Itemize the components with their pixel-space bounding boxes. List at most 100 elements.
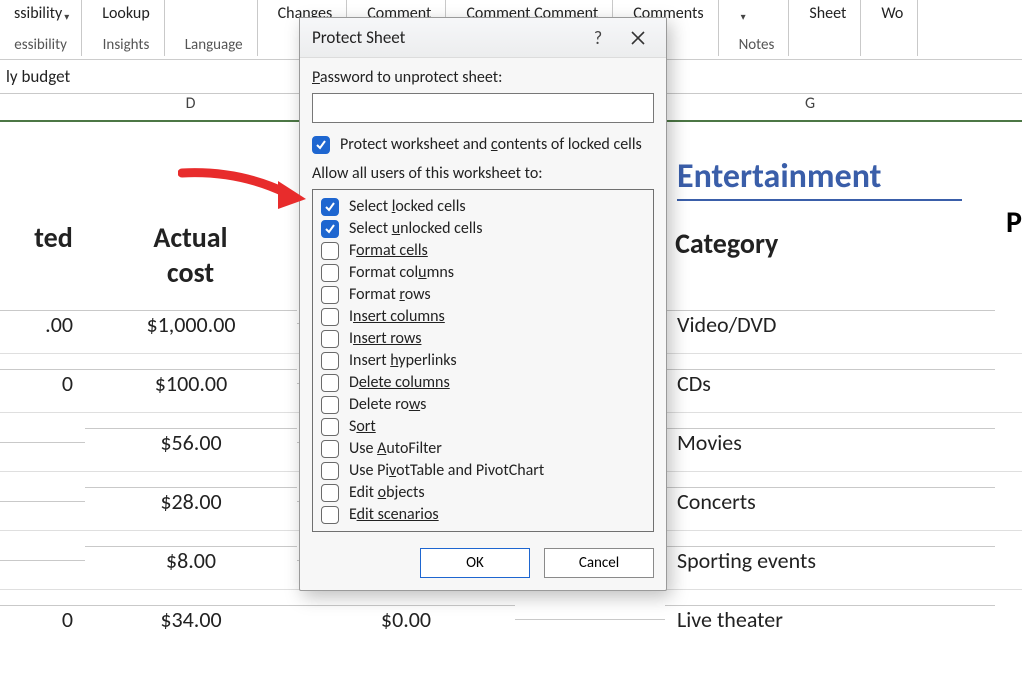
- protect-contents-checkbox[interactable]: [312, 136, 330, 154]
- ribbon-group[interactable]: Sheet: [795, 0, 861, 56]
- cell-actual-cost[interactable]: $8.00: [85, 546, 297, 574]
- protect-contents-label: Protect worksheet and contents of locked…: [340, 135, 642, 154]
- ribbon-group[interactable]: Lookup Insights: [88, 0, 164, 56]
- permission-label: Format cells: [349, 241, 428, 260]
- ribbon-top-label: Lookup: [102, 4, 149, 23]
- header-text: ted: [34, 220, 73, 255]
- permission-row: Insert rows: [321, 329, 649, 348]
- cell-category[interactable]: Movies: [665, 428, 995, 456]
- permission-checkbox[interactable]: [321, 220, 339, 238]
- permission-label: Edit objects: [349, 483, 425, 502]
- cell-actual-cost[interactable]: $56.00: [85, 428, 297, 456]
- permission-label: Sort: [349, 417, 376, 436]
- ribbon-group[interactable]: Wo: [867, 0, 918, 56]
- col-header-actual-cost[interactable]: Actual cost: [85, 204, 296, 322]
- header-text: cost: [167, 255, 214, 290]
- permission-checkbox[interactable]: [321, 242, 339, 260]
- col-header-p[interactable]: P: [992, 204, 1022, 241]
- col-header-projected[interactable]: ted: [0, 204, 85, 287]
- label-text: utoFilter: [386, 439, 441, 458]
- cell-actual-cost[interactable]: $28.00: [85, 487, 297, 515]
- permission-list: Select locked cellsSelect unlocked cells…: [312, 189, 654, 532]
- ribbon-bottom-label: Notes: [739, 36, 775, 54]
- ribbon-bottom-label: Insights: [102, 36, 149, 54]
- permission-checkbox[interactable]: [321, 352, 339, 370]
- label-text: bjects: [386, 483, 425, 502]
- cell-category[interactable]: CDs: [665, 369, 995, 397]
- cell-projected[interactable]: [0, 442, 85, 443]
- section-title[interactable]: Entertainment: [665, 114, 995, 213]
- password-label: Password to unprotect sheet:: [312, 68, 654, 87]
- cell-projected[interactable]: .00: [0, 310, 85, 338]
- permission-checkbox[interactable]: [321, 462, 339, 480]
- cell-projected[interactable]: 0: [0, 369, 85, 397]
- permission-row: Format cells: [321, 241, 649, 260]
- cell-category[interactable]: Video/DVD: [665, 310, 995, 338]
- permission-checkbox[interactable]: [321, 198, 339, 216]
- label-text: assword to unprotect sheet:: [320, 68, 502, 87]
- permission-checkbox[interactable]: [321, 506, 339, 524]
- col-header-c[interactable]: [0, 94, 85, 120]
- cell-projected[interactable]: 0: [0, 605, 85, 633]
- cell-projected[interactable]: [0, 560, 85, 561]
- ribbon-group[interactable]: ssibility▾essibility: [0, 0, 82, 56]
- ribbon-group[interactable]: ▾ Notes: [725, 0, 790, 56]
- label-text: Insert: [349, 351, 390, 370]
- permission-row: Edit objects: [321, 483, 649, 502]
- permission-label: Insert hyperlinks: [349, 351, 457, 370]
- mnemonic: ormat cells: [356, 241, 428, 260]
- name-box[interactable]: ly budget: [6, 66, 70, 87]
- password-input[interactable]: [312, 93, 654, 123]
- permission-row: Use PivotTable and PivotChart: [321, 461, 649, 480]
- ribbon-bottom-label: Language: [185, 36, 243, 54]
- mnemonic: w: [409, 395, 420, 414]
- col-header-category[interactable]: Category: [663, 204, 992, 293]
- help-button[interactable]: ?: [578, 21, 618, 55]
- label-text: Use Pi: [349, 461, 389, 480]
- label-text: ows: [405, 285, 431, 304]
- ribbon-group[interactable]: Language: [171, 0, 258, 56]
- ok-button[interactable]: OK: [420, 548, 530, 578]
- permission-checkbox[interactable]: [321, 440, 339, 458]
- close-button[interactable]: [618, 21, 658, 55]
- permission-checkbox[interactable]: [321, 484, 339, 502]
- permission-checkbox[interactable]: [321, 374, 339, 392]
- mnemonic: c: [491, 135, 498, 154]
- cancel-button[interactable]: Cancel: [544, 548, 654, 578]
- cell-actual-cost[interactable]: $1,000.00: [85, 310, 297, 338]
- permission-label: Insert rows: [349, 329, 421, 348]
- cell-projected[interactable]: [0, 501, 85, 502]
- permission-checkbox[interactable]: [321, 418, 339, 436]
- protect-sheet-dialog: Protect Sheet ? Password to unprotect sh…: [299, 17, 667, 591]
- dialog-titlebar[interactable]: Protect Sheet ?: [300, 18, 666, 58]
- permission-checkbox[interactable]: [321, 308, 339, 326]
- permission-row: Select locked cells: [321, 197, 649, 216]
- permission-label: Delete rows: [349, 395, 426, 414]
- mnemonic: A: [377, 439, 386, 458]
- permission-label: Use AutoFilter: [349, 439, 442, 458]
- cell-category[interactable]: Concerts: [665, 487, 995, 515]
- cell-actual-cost[interactable]: $100.00: [85, 369, 297, 397]
- col-header-d[interactable]: D: [85, 94, 297, 120]
- cell-actual-cost[interactable]: $34.00: [85, 605, 297, 633]
- label-text: Format: [349, 285, 399, 304]
- permission-row: Insert hyperlinks: [321, 351, 649, 370]
- label-text: nlocked cells: [400, 219, 482, 238]
- cell[interactable]: $0.00: [297, 605, 515, 633]
- permission-row: Insert columns: [321, 307, 649, 326]
- label-text: ontents of locked cells: [498, 135, 642, 154]
- permission-checkbox[interactable]: [321, 264, 339, 282]
- mnemonic: nsert columns: [353, 307, 445, 326]
- cell-category[interactable]: Live theater: [665, 605, 995, 633]
- permission-checkbox[interactable]: [321, 396, 339, 414]
- permission-checkbox[interactable]: [321, 330, 339, 348]
- cell[interactable]: [515, 619, 665, 620]
- permission-row: Edit scenarios: [321, 505, 649, 524]
- permission-checkbox[interactable]: [321, 286, 339, 304]
- chevron-down-icon: ▾: [741, 10, 746, 23]
- cell-category[interactable]: Sporting events: [665, 546, 995, 574]
- mnemonic: u: [418, 263, 426, 282]
- ribbon-top-label: Sheet: [809, 4, 846, 23]
- label-text: Protect worksheet and: [340, 135, 491, 154]
- permission-row: Delete rows: [321, 395, 649, 414]
